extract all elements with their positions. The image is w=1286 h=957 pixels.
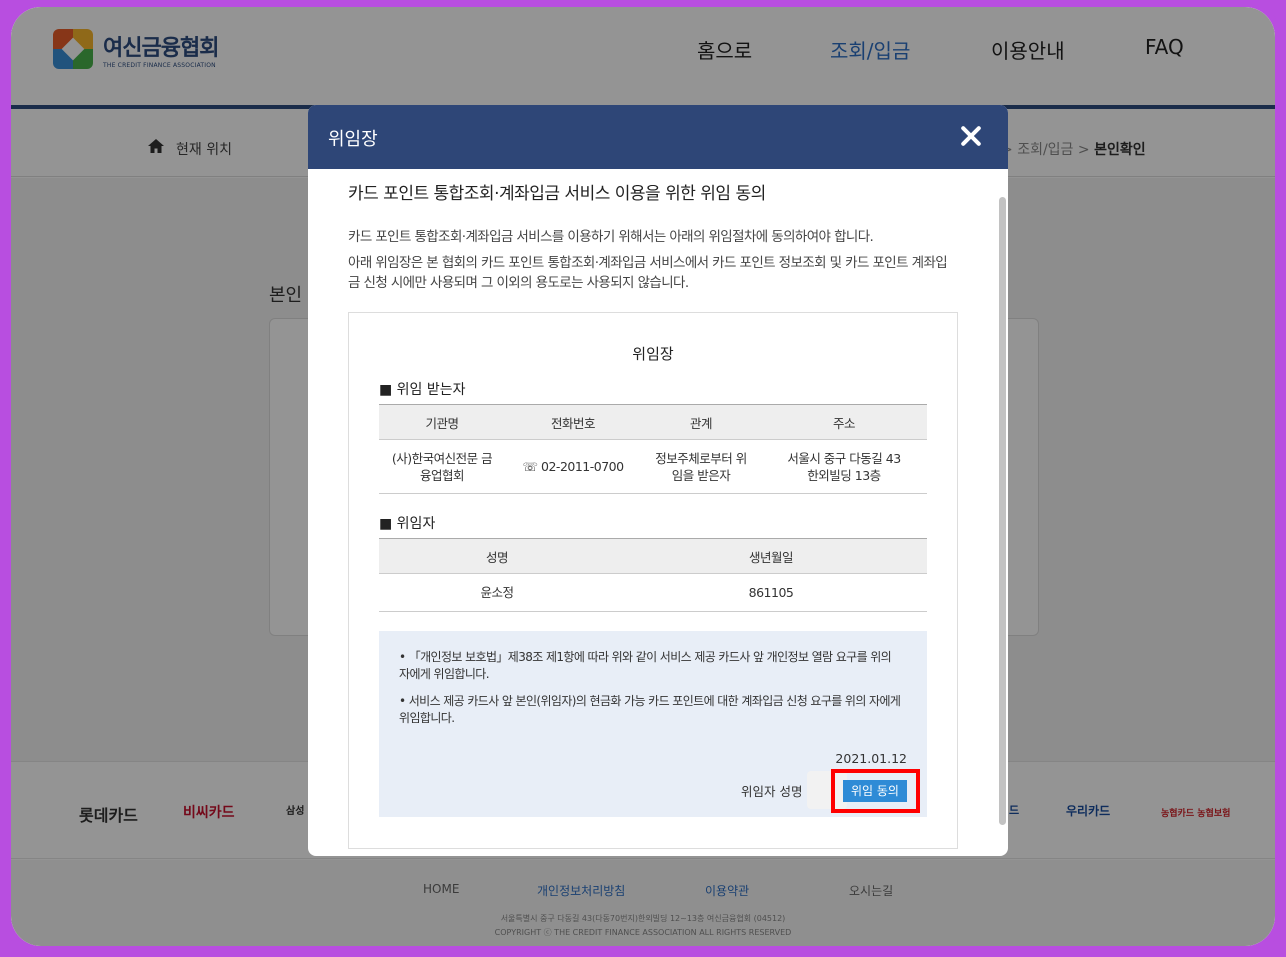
signer-label: 위임자 성명 [741, 784, 803, 799]
agree-button[interactable]: 위임 동의 [843, 780, 907, 802]
document-title: 위임장 [632, 345, 674, 363]
recipient-section-label: ■ 위임 받는자 [379, 382, 466, 398]
modal-header: 위임장 [308, 105, 1008, 169]
modal-purpose: 아래 위임장은 본 협회의 카드 포인트 통합조회·계좌입금 서비스에서 카드 … [348, 255, 948, 291]
notice-item: • 서비스 제공 카드사 앞 본인(위임자)의 현금화 가능 카드 포인트에 대… [399, 694, 901, 725]
notice-item: • 「개인정보 보호법」제38조 제1항에 따라 위와 같이 서비스 제공 카드… [399, 650, 892, 681]
recipient-org: (사)한국여신전문 금융업협회 [379, 439, 505, 494]
modal-body: 카드 포인트 통합조회·계좌입금 서비스 이용을 위한 위임 동의 카드 포인트… [308, 169, 996, 856]
recipient-table: 기관명 전화번호 관계 주소 (사)한국여신전문 금융업협회 ☏ 02-2011… [379, 404, 927, 494]
device-frame: 여신금융협회 THE CREDIT FINANCE ASSOCIATION 홈으… [4, 4, 1282, 953]
table-header: 전화번호 [505, 404, 641, 440]
page: 여신금융협회 THE CREDIT FINANCE ASSOCIATION 홈으… [11, 7, 1275, 946]
modal-scrollbar[interactable] [999, 197, 1006, 825]
agree-button-highlight: 위임 동의 [831, 769, 920, 813]
table-header: 기관명 [379, 404, 505, 440]
table-row: (사)한국여신전문 금융업협회 ☏ 02-2011-0700 정보주체로부터 위… [379, 439, 927, 494]
table-header: 생년월일 [615, 538, 927, 574]
modal-intro: 카드 포인트 통합조회·계좌입금 서비스를 이용하기 위해서는 아래의 위임절차… [348, 229, 874, 245]
recipient-phone: ☏ 02-2011-0700 [505, 439, 641, 494]
delegator-birthdate: 861105 [615, 573, 927, 612]
delegation-document: 위임장 ■ 위임 받는자 기관명 전화번호 관계 주소 (사)한국여신전문 금융… [348, 312, 958, 849]
consent-date: 2021.01.12 [835, 751, 907, 766]
close-icon[interactable] [958, 123, 984, 149]
table-header: 성명 [379, 538, 615, 574]
recipient-relation: 정보주체로부터 위임을 받은자 [641, 439, 761, 494]
delegator-section-label: ■ 위임자 [379, 516, 436, 532]
table-header: 관계 [641, 404, 761, 440]
recipient-address: 서울시 중구 다동길 43 한외빌딩 13층 [761, 439, 927, 494]
consent-notice: • 「개인정보 보호법」제38조 제1항에 따라 위와 같이 서비스 제공 카드… [379, 631, 927, 817]
delegator-name: 윤소정 [379, 573, 615, 612]
table-row: 윤소정 861105 [379, 573, 927, 612]
delegation-modal: 위임장 카드 포인트 통합조회·계좌입금 서비스 이용을 위한 위임 동의 카드… [308, 105, 1008, 856]
modal-heading: 카드 포인트 통합조회·계좌입금 서비스 이용을 위한 위임 동의 [348, 184, 766, 204]
modal-title: 위임장 [328, 129, 378, 150]
delegator-table: 성명 생년월일 윤소정 861105 [379, 538, 927, 612]
table-header: 주소 [761, 404, 927, 440]
